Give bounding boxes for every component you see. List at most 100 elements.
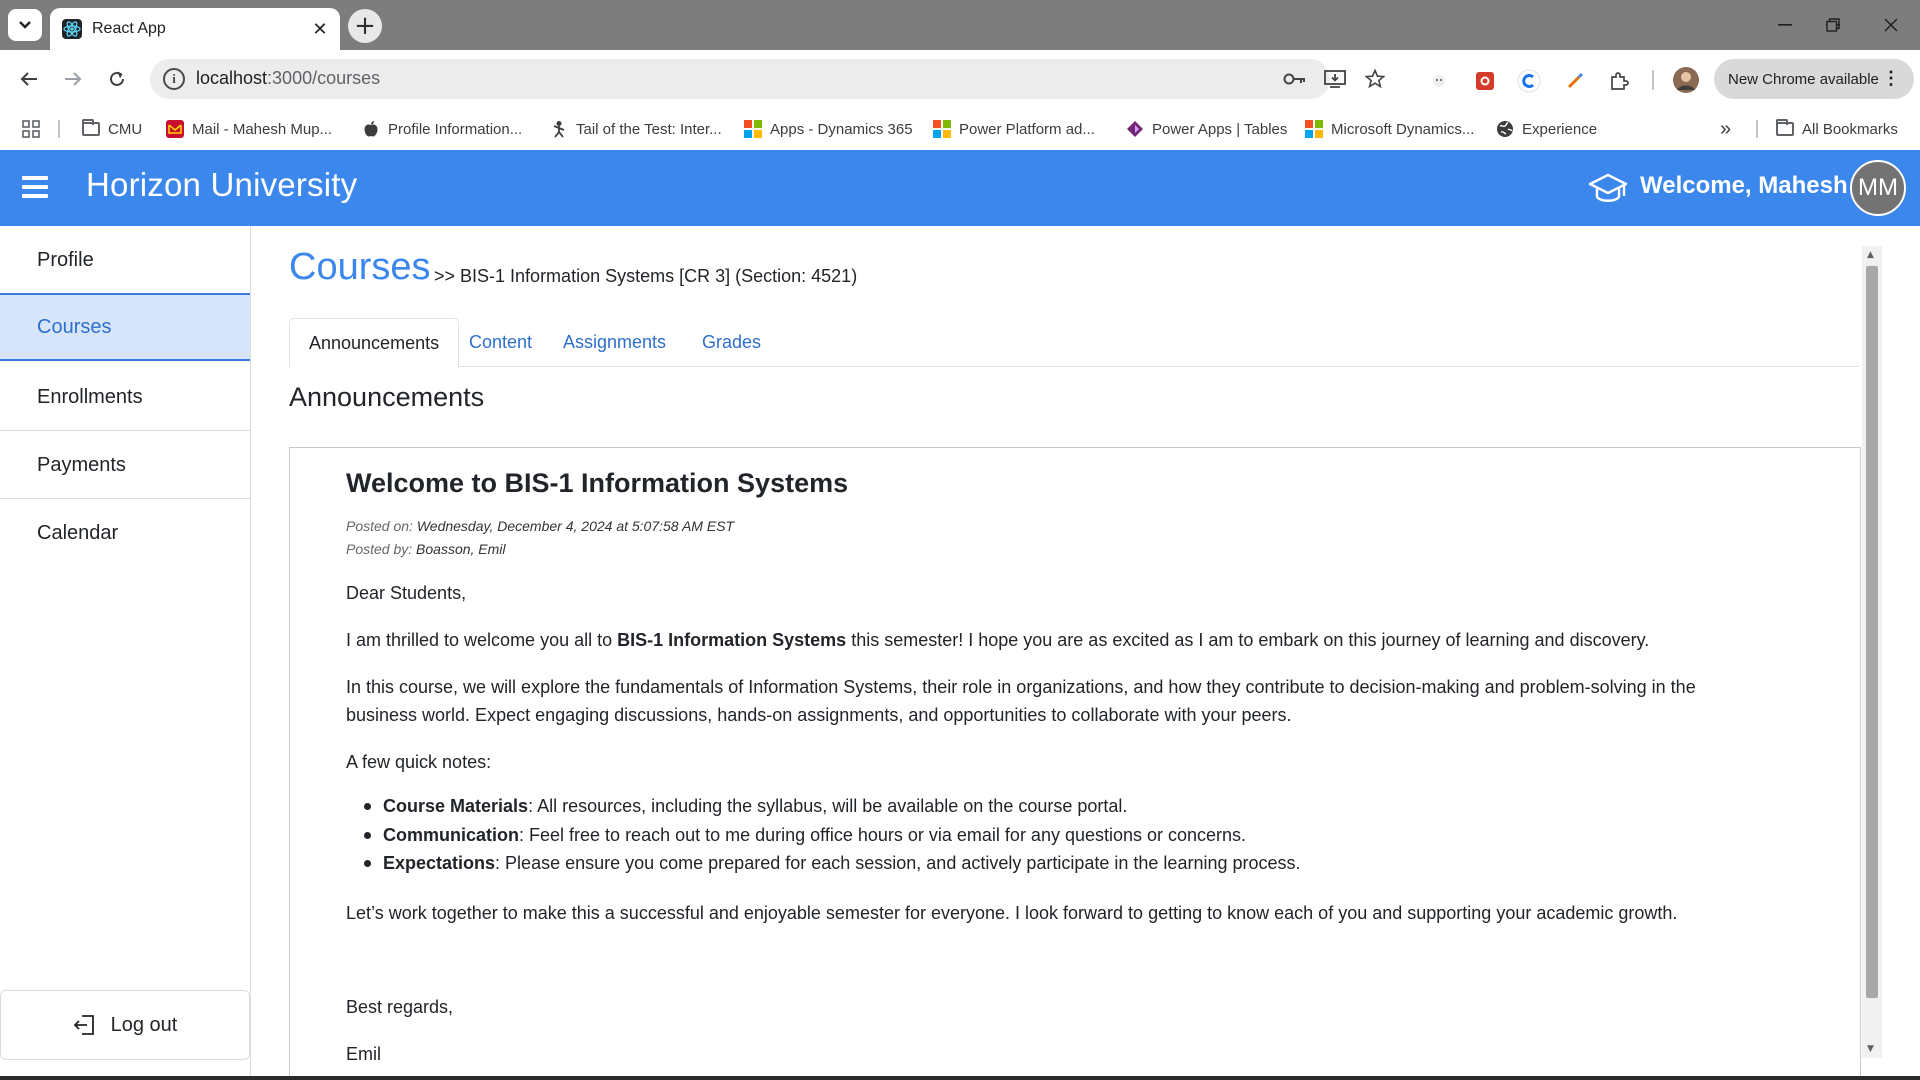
logout-icon <box>73 1015 94 1035</box>
content-scrollbar[interactable]: ▲ ▼ <box>1862 246 1882 1058</box>
more-menu-icon[interactable]: ⋮ <box>1882 68 1900 89</box>
sidebar-item-enrollments[interactable]: Enrollments <box>0 363 250 431</box>
person-icon <box>553 121 565 138</box>
bookmark-tail-of-the-test[interactable]: Tail of the Test: Inter... <box>550 117 722 141</box>
bookmark-power-platform[interactable]: Power Platform ad... <box>933 117 1095 141</box>
all-bookmarks[interactable]: All Bookmarks <box>1776 117 1898 141</box>
brand-title[interactable]: Horizon University <box>86 166 357 204</box>
sidebar-item-profile[interactable]: Profile <box>0 226 250 294</box>
scroll-up-icon[interactable]: ▲ <box>1867 250 1874 260</box>
bookmarks-bar: CMU Mail - Mahesh Mup... Profile Informa… <box>0 108 1920 150</box>
note-heading: Expectations <box>383 853 496 873</box>
bookmark-cmu[interactable]: CMU <box>82 117 142 141</box>
note-heading: Communication <box>383 824 520 845</box>
tab-assignments[interactable]: Assignments <box>544 318 685 367</box>
notes-list: Course Materials: All resources, includi… <box>346 792 1766 878</box>
logout-label: Log out <box>110 1013 178 1036</box>
close-window-icon[interactable] <box>1876 10 1906 40</box>
posted-on: Posted on: Wednesday, December 4, 2024 a… <box>346 518 734 534</box>
power-apps-icon <box>1127 121 1143 137</box>
extension-ghost-icon[interactable] <box>1426 68 1452 94</box>
bookmark-divider <box>58 120 60 138</box>
logout-button[interactable]: Log out <box>0 990 250 1060</box>
bookmark-label: Apps - Dynamics 365 <box>770 120 913 138</box>
microsoft-icon <box>933 120 951 138</box>
folder-icon <box>82 119 100 136</box>
extension-c-icon[interactable] <box>1516 68 1542 94</box>
scroll-down-icon[interactable]: ▼ <box>1867 1044 1874 1054</box>
microsoft-icon <box>744 120 762 138</box>
bookmark-mail[interactable]: Mail - Mahesh Mup... <box>166 117 332 141</box>
install-app-icon[interactable] <box>1322 67 1348 91</box>
sidebar: Profile Courses Enrollments Payments Cal… <box>0 226 251 1080</box>
password-key-icon[interactable] <box>1282 67 1308 91</box>
globe-icon <box>1497 121 1513 137</box>
site-info-icon[interactable]: i <box>163 68 185 90</box>
bookmark-label: Power Apps | Tables <box>1152 120 1288 138</box>
note-text: : All resources, including the syllabus,… <box>528 796 1128 816</box>
tab-content[interactable]: Content <box>450 318 551 367</box>
restore-window-icon[interactable] <box>1818 10 1848 40</box>
course-overview-paragraph: In this course, we will explore the fund… <box>346 677 1696 725</box>
bookmark-divider <box>1756 120 1758 138</box>
section-heading: Announcements <box>289 382 485 412</box>
course-name: BIS-1 Information Systems <box>617 630 847 650</box>
posted-by-value: Boasson, Emil <box>416 541 506 557</box>
profile-avatar-icon[interactable] <box>1672 66 1700 94</box>
minimize-window-icon[interactable] <box>1770 10 1800 40</box>
sidebar-item-calendar[interactable]: Calendar <box>0 499 250 567</box>
main-content: Courses >> BIS-1 Information Systems [CR… <box>252 226 1920 1080</box>
bookmark-label: Microsoft Dynamics... <box>1331 120 1475 138</box>
react-logo-icon <box>62 19 82 39</box>
app-header: Horizon University Welcome, Mahesh MM <box>0 150 1920 226</box>
extension-pen-icon[interactable] <box>1562 68 1588 94</box>
browser-tab-strip: React App ✕ + <box>0 0 1920 50</box>
sidebar-item-payments[interactable]: Payments <box>0 431 250 499</box>
bookmark-label: CMU <box>108 120 143 138</box>
microsoft-icon <box>1305 120 1323 138</box>
bookmark-power-apps-tables[interactable]: Power Apps | Tables <box>1126 117 1287 141</box>
note-text: : Feel free to reach out to me during of… <box>519 824 1247 845</box>
bookmarks-overflow-icon[interactable]: » <box>1720 117 1731 141</box>
forward-icon[interactable] <box>58 64 88 94</box>
tab-search-button[interactable] <box>8 9 42 41</box>
avatar[interactable]: MM <box>1850 160 1906 216</box>
toolbar-divider <box>1652 70 1654 90</box>
back-icon[interactable] <box>14 64 44 94</box>
menu-icon[interactable] <box>22 176 48 198</box>
tab-announcements[interactable]: Announcements <box>289 318 460 368</box>
tab-close-icon[interactable]: ✕ <box>310 19 330 40</box>
bookmark-profile-information[interactable]: Profile Information... <box>362 117 522 141</box>
chrome-update-button[interactable]: New Chrome available ⋮ <box>1714 59 1914 99</box>
bookmark-star-icon[interactable] <box>1362 67 1388 91</box>
intro-text-end: this semester! I hope you are as excited… <box>846 630 1650 650</box>
reload-icon[interactable] <box>102 64 132 94</box>
posted-on-label: Posted on: <box>346 518 417 534</box>
bookmark-label: Power Platform ad... <box>959 120 1095 138</box>
new-tab-button[interactable]: + <box>348 9 382 43</box>
tab-grades[interactable]: Grades <box>683 318 780 367</box>
scroll-thumb[interactable] <box>1866 266 1878 998</box>
bookmark-microsoft-dynamics[interactable]: Microsoft Dynamics... <box>1305 117 1474 141</box>
signoff: Best regards, <box>346 997 454 1017</box>
course-tabs: Announcements Content Assignments Grades <box>289 318 1859 368</box>
graduation-cap-icon <box>1588 173 1628 202</box>
taskbar-edge <box>0 1076 1920 1080</box>
announcement-card: Welcome to BIS-1 Information Systems Pos… <box>289 447 1861 1080</box>
apps-grid-icon[interactable] <box>22 117 40 141</box>
sidebar-item-courses[interactable]: Courses <box>0 293 250 361</box>
address-bar[interactable]: i localhost:3000/courses <box>150 59 1385 99</box>
url-text: localhost:3000/courses <box>196 68 381 88</box>
note-heading: Course Materials <box>383 796 529 816</box>
signature: Emil <box>346 1044 381 1064</box>
notes-intro: A few quick notes: <box>346 752 492 772</box>
update-label: New Chrome available <box>1728 70 1879 88</box>
folder-icon <box>1776 119 1794 136</box>
browser-tab[interactable]: React App ✕ <box>50 8 340 50</box>
mail-icon <box>166 120 184 138</box>
list-item: Expectations: Please ensure you come pre… <box>346 849 1766 878</box>
bookmark-apps-dynamics[interactable]: Apps - Dynamics 365 <box>744 117 913 141</box>
extension-camera-icon[interactable] <box>1472 68 1498 94</box>
extensions-puzzle-icon[interactable] <box>1606 68 1632 94</box>
bookmark-experience[interactable]: Experience <box>1496 117 1597 141</box>
